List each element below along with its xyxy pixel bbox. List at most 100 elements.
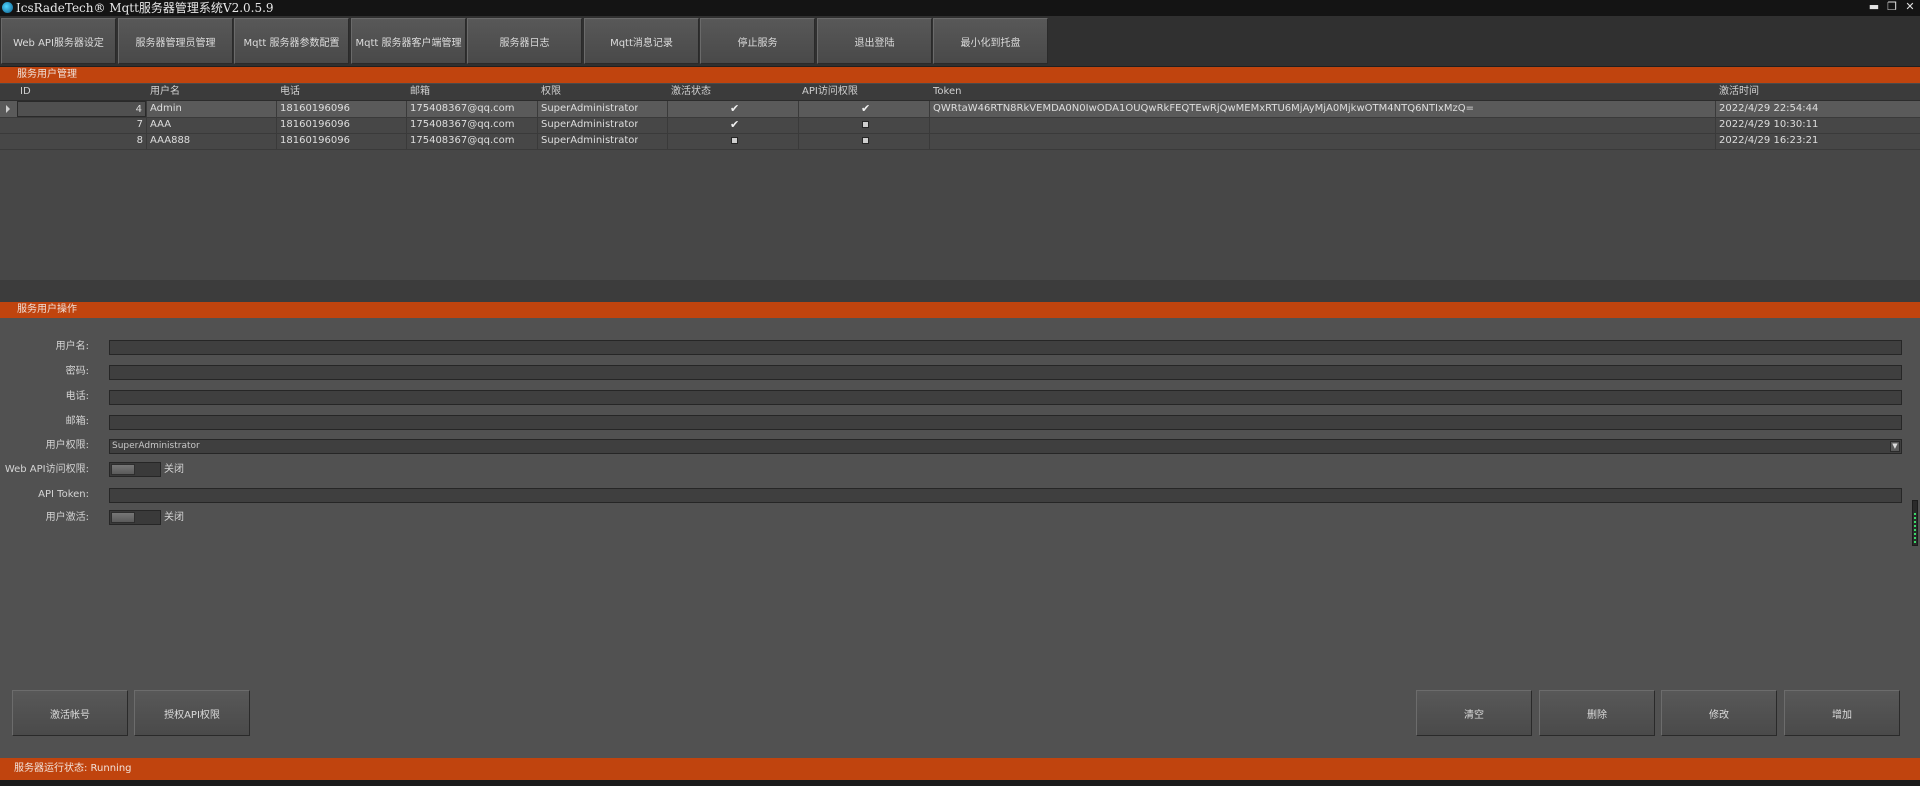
webapi-label: Web API访问权限:: [4, 464, 89, 475]
window-title: IcsRadeTech® Mqtt服务器管理系统V2.0.5.9: [16, 1, 274, 15]
cell-id[interactable]: 7: [17, 117, 146, 133]
add-button[interactable]: 增加: [1784, 690, 1900, 736]
tab-stop-service[interactable]: 停止服务: [700, 18, 815, 64]
toggle-knob[interactable]: [111, 464, 135, 475]
users-grid[interactable]: ID 用户名 电话 邮箱 权限 激活状态 API访问权限 Token 激活时间 …: [0, 84, 1920, 280]
minimize-icon[interactable]: ▬: [1868, 1, 1880, 13]
table-row[interactable]: 7 AAA 18160196096 175408367@qq.com Super…: [0, 117, 1920, 134]
tab-webapi-settings[interactable]: Web API服务器设定: [1, 18, 116, 64]
webapi-toggle[interactable]: [109, 462, 161, 477]
grid-divider: [146, 101, 147, 149]
cell-role[interactable]: SuperAdministrator: [541, 117, 638, 133]
clear-button[interactable]: 清空: [1416, 690, 1532, 736]
modify-button[interactable]: 修改: [1661, 690, 1777, 736]
email-field[interactable]: [109, 415, 1902, 430]
bottom-strip: [0, 780, 1920, 786]
col-id[interactable]: ID: [20, 84, 31, 100]
cell-phone[interactable]: 18160196096: [280, 101, 350, 117]
password-field[interactable]: [109, 365, 1902, 380]
api-check-icon[interactable]: ✔: [861, 103, 870, 114]
token-label: API Token:: [38, 489, 89, 500]
col-email[interactable]: 邮箱: [410, 84, 430, 100]
row-pointer-icon: [6, 105, 10, 113]
phone-field[interactable]: [109, 390, 1902, 405]
row-selector[interactable]: [0, 133, 16, 149]
cell-id[interactable]: 4: [17, 101, 146, 117]
app-logo-icon: [2, 2, 13, 13]
active-checkbox[interactable]: [731, 137, 738, 144]
cell-role[interactable]: SuperAdministrator: [541, 101, 638, 117]
cell-email[interactable]: 175408367@qq.com: [410, 101, 515, 117]
scroll-indicator[interactable]: [1912, 500, 1918, 546]
password-label: 密码:: [65, 366, 89, 377]
cell-token[interactable]: QWRtaW46RTN8RkVEMDA0N0IwODA1OUQwRkFEQTEw…: [933, 101, 1713, 117]
cell-activated[interactable]: 2022/4/29 22:54:44: [1719, 101, 1818, 117]
webapi-toggle-state: 关闭: [164, 464, 184, 475]
cell-phone[interactable]: 18160196096: [280, 117, 350, 133]
user-operations-header: 服务用户操作: [0, 302, 1920, 318]
close-icon[interactable]: ✕: [1904, 1, 1916, 13]
tab-admin-management[interactable]: 服务器管理员管理: [118, 18, 233, 64]
grid-divider: [537, 101, 538, 149]
user-management-header: 服务用户管理: [0, 67, 1920, 83]
cell-id[interactable]: 8: [17, 133, 146, 149]
col-phone[interactable]: 电话: [280, 84, 300, 100]
active-check-icon[interactable]: ✔: [730, 103, 739, 114]
cell-phone[interactable]: 18160196096: [280, 133, 350, 149]
cell-email[interactable]: 175408367@qq.com: [410, 117, 515, 133]
token-field[interactable]: [109, 488, 1902, 503]
cell-username[interactable]: Admin: [150, 101, 182, 117]
username-field[interactable]: [109, 340, 1902, 355]
grid-divider: [929, 101, 930, 149]
cell-email[interactable]: 175408367@qq.com: [410, 133, 515, 149]
tab-logout[interactable]: 退出登陆: [817, 18, 932, 64]
table-row[interactable]: 8 AAA888 18160196096 175408367@qq.com Su…: [0, 133, 1920, 150]
role-label: 用户权限:: [45, 440, 89, 451]
phone-label: 电话:: [65, 391, 89, 402]
grid-footer-area: [0, 280, 1920, 302]
activate-toggle[interactable]: [109, 510, 161, 525]
toggle-knob[interactable]: [111, 512, 135, 523]
col-role[interactable]: 权限: [541, 84, 561, 100]
cell-username[interactable]: AAA888: [150, 133, 190, 149]
grant-api-button[interactable]: 授权API权限: [134, 690, 250, 736]
activate-toggle-state: 关闭: [164, 512, 184, 523]
status-bar: 服务器运行状态: Running: [0, 758, 1920, 780]
tab-minimize-to-tray[interactable]: 最小化到托盘: [933, 18, 1048, 64]
tab-mqtt-params[interactable]: Mqtt 服务器参数配置: [234, 18, 349, 64]
tab-mqtt-messages[interactable]: Mqtt消息记录: [584, 18, 699, 64]
active-check-icon[interactable]: ✔: [730, 119, 739, 130]
email-label: 邮箱:: [65, 416, 89, 427]
row-selector[interactable]: [0, 101, 16, 117]
col-activated[interactable]: 激活时间: [1719, 84, 1759, 100]
cell-activated[interactable]: 2022/4/29 16:23:21: [1719, 133, 1818, 149]
api-checkbox[interactable]: [862, 121, 869, 128]
col-api[interactable]: API访问权限: [802, 84, 858, 100]
grid-header-row: ID 用户名 电话 邮箱 权限 激活状态 API访问权限 Token 激活时间: [0, 84, 1920, 101]
api-checkbox[interactable]: [862, 137, 869, 144]
cell-role[interactable]: SuperAdministrator: [541, 133, 638, 149]
grid-divider: [1715, 101, 1716, 149]
tab-server-log[interactable]: 服务器日志: [467, 18, 582, 64]
grid-divider: [798, 101, 799, 149]
tab-mqtt-clients[interactable]: Mqtt 服务器客户端管理: [351, 18, 466, 64]
title-bar: IcsRadeTech® Mqtt服务器管理系统V2.0.5.9 ▬ ❐ ✕: [0, 0, 1920, 16]
table-row[interactable]: 4 Admin 18160196096 175408367@qq.com Sup…: [0, 101, 1920, 118]
cell-activated[interactable]: 2022/4/29 10:30:11: [1719, 117, 1818, 133]
col-username[interactable]: 用户名: [150, 84, 180, 100]
grid-divider: [406, 101, 407, 149]
restore-icon[interactable]: ❐: [1886, 1, 1898, 13]
username-label: 用户名:: [55, 341, 89, 352]
activate-account-button[interactable]: 激活帐号: [12, 690, 128, 736]
col-active[interactable]: 激活状态: [671, 84, 711, 100]
delete-button[interactable]: 删除: [1539, 690, 1655, 736]
chevron-down-icon[interactable]: ▼: [1890, 441, 1900, 452]
role-select-value: SuperAdministrator: [112, 441, 200, 451]
col-token[interactable]: Token: [933, 84, 961, 100]
row-selector[interactable]: [0, 117, 16, 133]
activate-label: 用户激活:: [45, 512, 89, 523]
tab-bar: Web API服务器设定 服务器管理员管理 Mqtt 服务器参数配置 Mqtt …: [0, 16, 1920, 67]
role-select[interactable]: SuperAdministrator ▼: [109, 439, 1902, 454]
grid-divider: [667, 101, 668, 149]
cell-username[interactable]: AAA: [150, 117, 171, 133]
